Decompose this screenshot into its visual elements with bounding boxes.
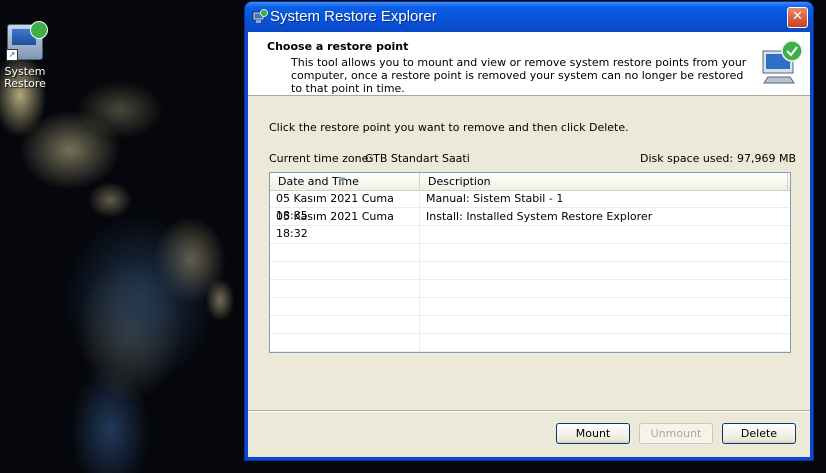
wizard-header: Choose a restore point This tool allows … [248,32,810,96]
shortcut-arrow-icon: ↗ [6,49,18,61]
timezone-value: GTB Standart Saati [365,152,470,165]
empty-row [270,280,790,298]
desktop-shortcut-system-restore[interactable]: ↗ System Restore [0,20,50,90]
row-description: Manual: Sistem Stabil - 1 [426,192,564,205]
empty-row [270,226,790,244]
close-button[interactable]: ✕ [787,7,808,28]
table-row[interactable]: 05 Kasım 2021 Cuma 18:32 Install: Instal… [270,208,790,240]
system-restore-icon [252,9,268,23]
sort-arrow-icon: ▼ [340,176,346,184]
close-icon: ✕ [792,9,803,24]
window-title: System Restore Explorer [270,8,437,25]
empty-row [270,316,790,334]
header-title: Choose a restore point [267,40,409,53]
row-date: 05 Kasım 2021 Cuma 18:35 [270,190,420,222]
empty-row [270,244,790,262]
empty-row [270,298,790,316]
system-restore-icon [762,40,803,84]
row-description: Install: Installed System Restore Explor… [426,210,653,223]
header-description: This tool allows you to mount and view o… [291,56,747,95]
divider [248,410,810,412]
list-header: Date and Time ▼ Description [270,173,790,191]
list-rows: 05 Kasım 2021 Cuma 18:35 Manual: Sistem … [270,190,790,352]
table-row[interactable]: 05 Kasım 2021 Cuma 18:35 Manual: Sistem … [270,190,790,222]
system-restore-icon: ↗ [6,21,48,61]
timezone-label: Current time zone: [269,152,373,165]
column-header-description[interactable]: Description [420,173,788,190]
system-restore-explorer-window: System Restore Explorer ✕ Choose a resto… [245,2,813,460]
disk-space-value: 97,969 MB [737,152,797,165]
column-header-date-and-time[interactable]: Date and Time ▼ [270,173,420,190]
desktop-icon-label: System Restore [4,65,46,90]
delete-button[interactable]: Delete [722,423,796,444]
mount-button[interactable]: Mount [556,423,630,444]
disk-space-label: Disk space used: [640,152,734,165]
unmount-button: Unmount [639,423,713,444]
empty-row [270,334,790,352]
row-date: 05 Kasım 2021 Cuma 18:32 [270,208,420,240]
restore-points-list[interactable]: Date and Time ▼ Description 05 Kasım 202… [269,172,791,353]
instruction-text: Click the restore point you want to remo… [269,121,629,134]
title-bar[interactable]: System Restore Explorer ✕ [245,2,813,32]
window-client-area: Choose a restore point This tool allows … [248,32,810,457]
empty-row [270,262,790,280]
